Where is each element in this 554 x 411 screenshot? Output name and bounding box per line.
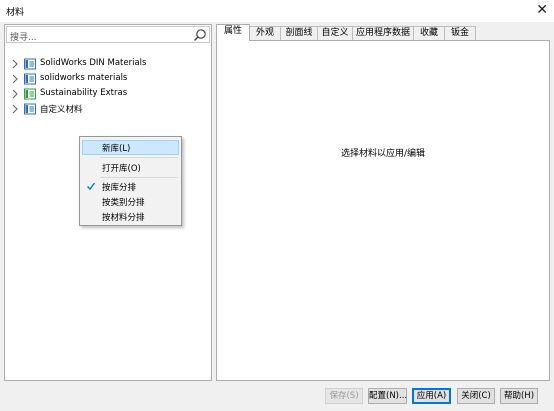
search-placeholder: 搜寻... (10, 33, 37, 43)
tree-item-label: SolidWorks DIN Materials (40, 58, 147, 68)
search-input[interactable]: 搜寻... (6, 26, 210, 43)
menu-item-label: 新库(L) (102, 144, 131, 154)
menu-item-label: 按库分排 (102, 183, 137, 193)
tab-application-data[interactable]: 应用程序数据 (352, 26, 414, 41)
tree-item-solidworks-din-materials[interactable]: SolidWorks DIN Materials (5, 57, 211, 72)
window-title: 材料 (6, 8, 25, 18)
expand-arrow-icon[interactable] (11, 74, 19, 84)
menu-separator (100, 157, 178, 158)
search-icon[interactable] (193, 28, 207, 42)
title-bar: 材料 ✕ (0, 0, 554, 22)
tab-crosshatch[interactable]: 剖面线 (280, 26, 318, 41)
tab-custom[interactable]: 自定义 (317, 26, 353, 41)
tree-item-label: Sustainability Extras (40, 88, 128, 98)
tab-sheet-metal[interactable]: 钣金 (444, 26, 476, 41)
help-button[interactable]: 帮助(H) (500, 388, 538, 404)
menu-item-sort-by-material[interactable]: 按材料分排 (82, 209, 179, 224)
tab-properties[interactable]: 属性 (216, 24, 250, 41)
menu-item-open-library[interactable]: 打开库(O) (82, 160, 179, 175)
tab-appearance[interactable]: 外观 (249, 26, 281, 41)
menu-item-sort-by-category[interactable]: 按类别分排 (82, 194, 179, 209)
menu-separator (100, 177, 178, 178)
library-icon (24, 88, 36, 100)
material-library-tree: SolidWorks DIN Materials solidworks mate… (5, 57, 211, 117)
close-button[interactable]: 关闭(C) (457, 388, 495, 404)
select-material-message: 选择材料以应用/编辑 (340, 149, 426, 159)
save-button[interactable]: 保存(S) (325, 388, 363, 404)
config-button[interactable]: 配置(N)... (368, 388, 407, 404)
expand-arrow-icon[interactable] (11, 104, 19, 114)
tree-item-label: solidworks materials (40, 73, 128, 83)
checkmark-icon (87, 182, 96, 191)
expand-arrow-icon[interactable] (11, 59, 19, 69)
menu-item-label: 打开库(O) (102, 164, 141, 174)
menu-item-label: 按材料分排 (102, 213, 145, 223)
library-icon (24, 58, 36, 70)
tree-item-label: 自定义材料 (40, 105, 83, 115)
context-menu: 新库(L) 打开库(O) 按库分排 按类别分排 按材料分排 (79, 136, 182, 226)
tree-item-custom-materials[interactable]: 自定义材料 (5, 102, 211, 117)
tab-favorites[interactable]: 收藏 (413, 26, 445, 41)
properties-panel: 选择材料以应用/编辑 (216, 40, 550, 381)
menu-item-label: 按类别分排 (102, 198, 145, 208)
library-icon (24, 103, 36, 115)
close-icon[interactable]: ✕ (536, 2, 548, 18)
tree-item-sustainability-extras[interactable]: Sustainability Extras (5, 87, 211, 102)
library-icon (24, 73, 36, 85)
expand-arrow-icon[interactable] (11, 89, 19, 99)
menu-item-sort-by-library[interactable]: 按库分排 (82, 179, 179, 194)
apply-button[interactable]: 应用(A) (412, 388, 451, 404)
tree-item-solidworks-materials[interactable]: solidworks materials (5, 72, 211, 87)
menu-item-new-library[interactable]: 新库(L) (82, 140, 179, 155)
